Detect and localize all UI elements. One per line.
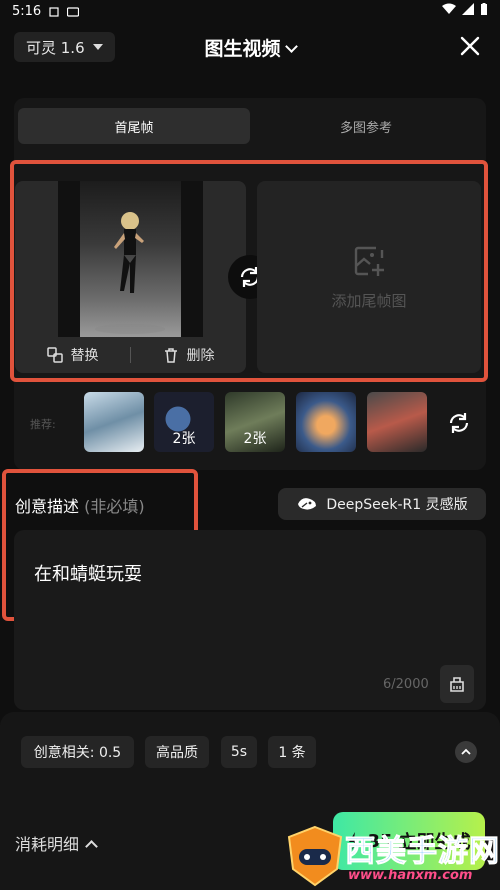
cost-detail-toggle[interactable]: 消耗明细 bbox=[15, 831, 98, 855]
watermark-url: www.hanxm.com bbox=[348, 868, 473, 883]
recommend-thumb[interactable] bbox=[296, 392, 356, 452]
deepseek-icon bbox=[298, 498, 317, 510]
app-notification-icon bbox=[67, 6, 80, 17]
image-count-badge: 2张 bbox=[243, 431, 267, 447]
duration-chip[interactable]: 5s bbox=[221, 736, 257, 768]
recommend-thumb[interactable] bbox=[84, 392, 144, 452]
close-icon bbox=[460, 36, 480, 56]
close-button[interactable] bbox=[458, 34, 482, 58]
wifi-icon bbox=[442, 3, 456, 19]
clear-prompt-button[interactable] bbox=[440, 665, 474, 703]
signal-icon bbox=[462, 3, 474, 19]
tab-first-last-frame[interactable]: 首尾帧 bbox=[18, 108, 250, 144]
chevron-up-icon bbox=[461, 748, 471, 755]
status-time: 5:16 bbox=[12, 3, 42, 19]
deepseek-label: DeepSeek-R1 灵感版 bbox=[326, 497, 468, 513]
count-chip[interactable]: 1 条 bbox=[268, 736, 316, 768]
chevron-down-icon bbox=[284, 40, 298, 53]
deepseek-inspiration-button[interactable]: DeepSeek-R1 灵感版 bbox=[278, 488, 486, 520]
prompt-text: 在和蜻蜓玩耍 bbox=[34, 564, 142, 585]
char-counter: 6/2000 bbox=[383, 677, 429, 692]
quality-chip[interactable]: 高品质 bbox=[145, 736, 209, 768]
recommend-thumb[interactable]: 2张 bbox=[225, 392, 285, 452]
optional-hint: (非必填) bbox=[84, 497, 145, 516]
tab-multi-image-reference[interactable]: 多图参考 bbox=[250, 108, 482, 144]
highlight-frames bbox=[10, 160, 488, 382]
recommend-thumb[interactable] bbox=[367, 392, 427, 452]
image-count-badge: 2张 bbox=[172, 431, 196, 447]
creativity-chip[interactable]: 创意相关: 0.5 bbox=[21, 736, 134, 768]
notification-icon bbox=[49, 6, 59, 17]
description-title: 创意描述 (非必填) bbox=[15, 497, 145, 516]
header: 可灵 1.6 图生视频 bbox=[0, 28, 500, 68]
page-title: 图生视频 bbox=[204, 38, 281, 60]
mode-tabs: 首尾帧 多图参考 bbox=[18, 108, 482, 144]
collapse-settings-button[interactable] bbox=[455, 741, 477, 763]
recommend-label: 推荐: bbox=[30, 418, 56, 431]
cost-detail-label: 消耗明细 bbox=[15, 835, 80, 854]
page-title-selector[interactable]: 图生视频 bbox=[0, 34, 500, 61]
chevron-up-icon bbox=[85, 839, 98, 853]
eraser-icon bbox=[450, 677, 464, 692]
refresh-recommend-button[interactable] bbox=[446, 410, 472, 436]
refresh-icon bbox=[449, 413, 469, 433]
watermark-text: 西美手游网 bbox=[345, 834, 500, 870]
recommend-thumb[interactable]: 2张 bbox=[154, 392, 214, 452]
status-bar: 5:16 bbox=[0, 0, 500, 22]
battery-icon bbox=[480, 2, 488, 20]
